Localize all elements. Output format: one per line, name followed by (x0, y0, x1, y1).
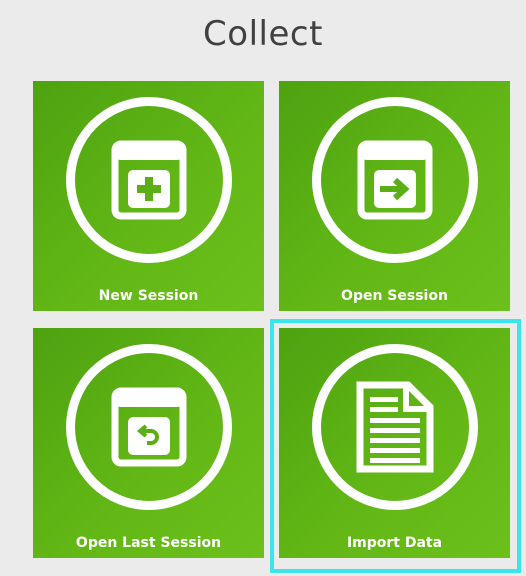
open-last-session-icon (111, 387, 186, 467)
new-session-icon (111, 140, 186, 220)
tile-label: New Session (98, 288, 199, 304)
new-session-tile[interactable]: New Session (33, 81, 264, 311)
tile-label: Open Session (341, 288, 448, 304)
tile-ring (311, 97, 478, 263)
tile-label: Import Data (346, 535, 443, 551)
tile-ring (311, 344, 478, 510)
import-data-tile[interactable]: Import Data (279, 328, 510, 558)
open-last-session-tile[interactable]: Open Last Session (33, 328, 264, 558)
open-session-tile[interactable]: Open Session (279, 81, 510, 311)
tile-label: Open Last Session (75, 535, 222, 551)
import-data-icon (356, 381, 433, 473)
tile-ring (65, 97, 232, 263)
open-session-icon (357, 140, 432, 220)
tile-ring (65, 344, 232, 510)
page-title: Collect (203, 14, 323, 54)
